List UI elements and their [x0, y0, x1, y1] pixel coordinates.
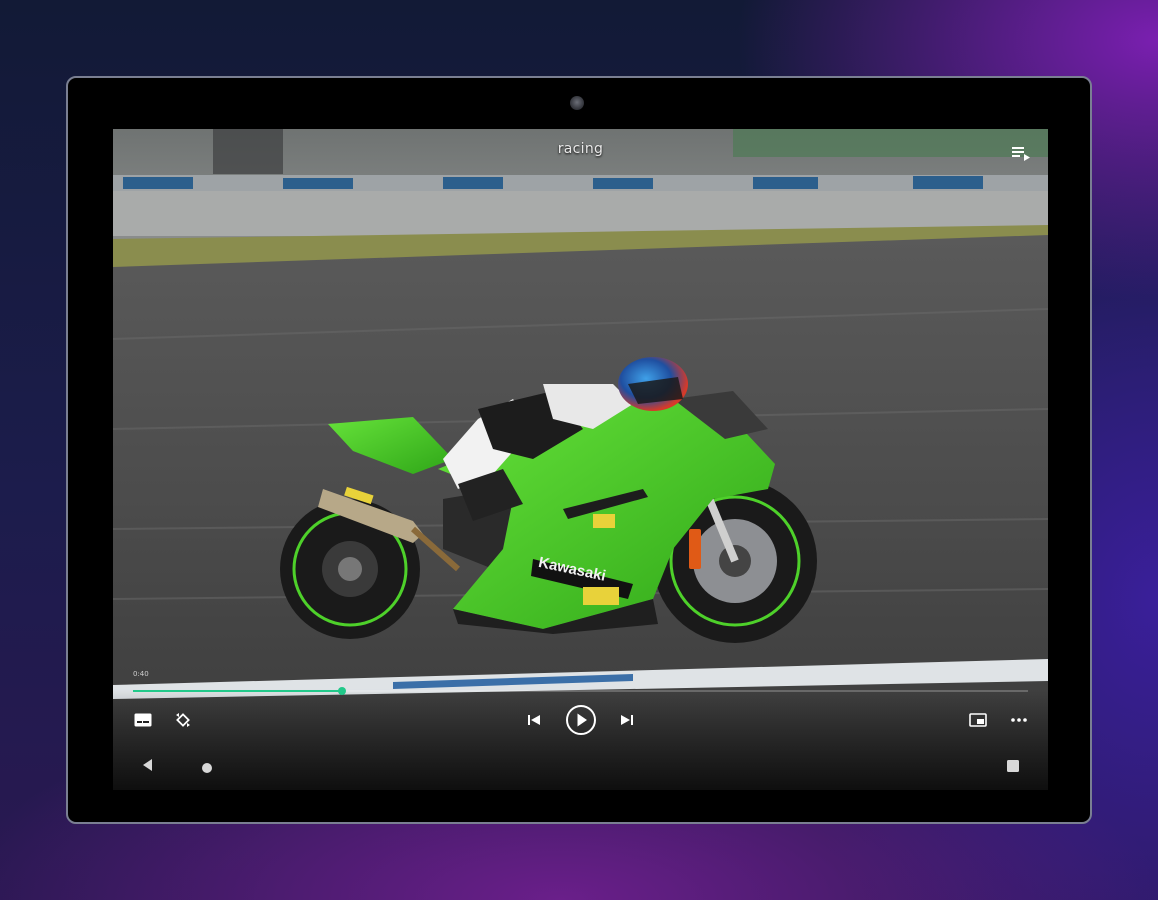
- subtitles-icon: [134, 713, 152, 727]
- previous-button[interactable]: [523, 709, 545, 731]
- picture-in-picture-button[interactable]: [967, 709, 989, 731]
- rotate-icon: [176, 713, 190, 727]
- play-button[interactable]: [564, 703, 598, 737]
- front-camera: [570, 96, 584, 110]
- seek-progress: [133, 690, 343, 692]
- video-player-screen[interactable]: Kawasaki racing 0:40: [113, 129, 1048, 790]
- video-title: racing: [557, 141, 604, 157]
- nav-back-button[interactable]: [141, 757, 155, 776]
- more-options-button[interactable]: [1008, 709, 1030, 731]
- back-triangle-icon: [143, 759, 152, 771]
- elapsed-time: 0:40: [133, 670, 149, 678]
- play-icon: [566, 705, 596, 735]
- skip-next-icon: [621, 715, 633, 725]
- picture-in-picture-icon: [969, 713, 987, 727]
- seek-bar[interactable]: [133, 687, 1028, 695]
- more-options-icon: [1011, 718, 1027, 722]
- nav-home-button[interactable]: [201, 759, 213, 778]
- rotate-button[interactable]: [172, 709, 194, 731]
- playlist-button[interactable]: [1010, 142, 1034, 164]
- playlist-icon: [1012, 147, 1030, 161]
- home-circle-icon: [202, 763, 212, 773]
- nav-recents-button[interactable]: [1006, 758, 1020, 777]
- next-button[interactable]: [616, 709, 638, 731]
- recents-square-icon: [1007, 760, 1019, 772]
- skip-previous-icon: [528, 715, 540, 725]
- subtitles-button[interactable]: [132, 709, 154, 731]
